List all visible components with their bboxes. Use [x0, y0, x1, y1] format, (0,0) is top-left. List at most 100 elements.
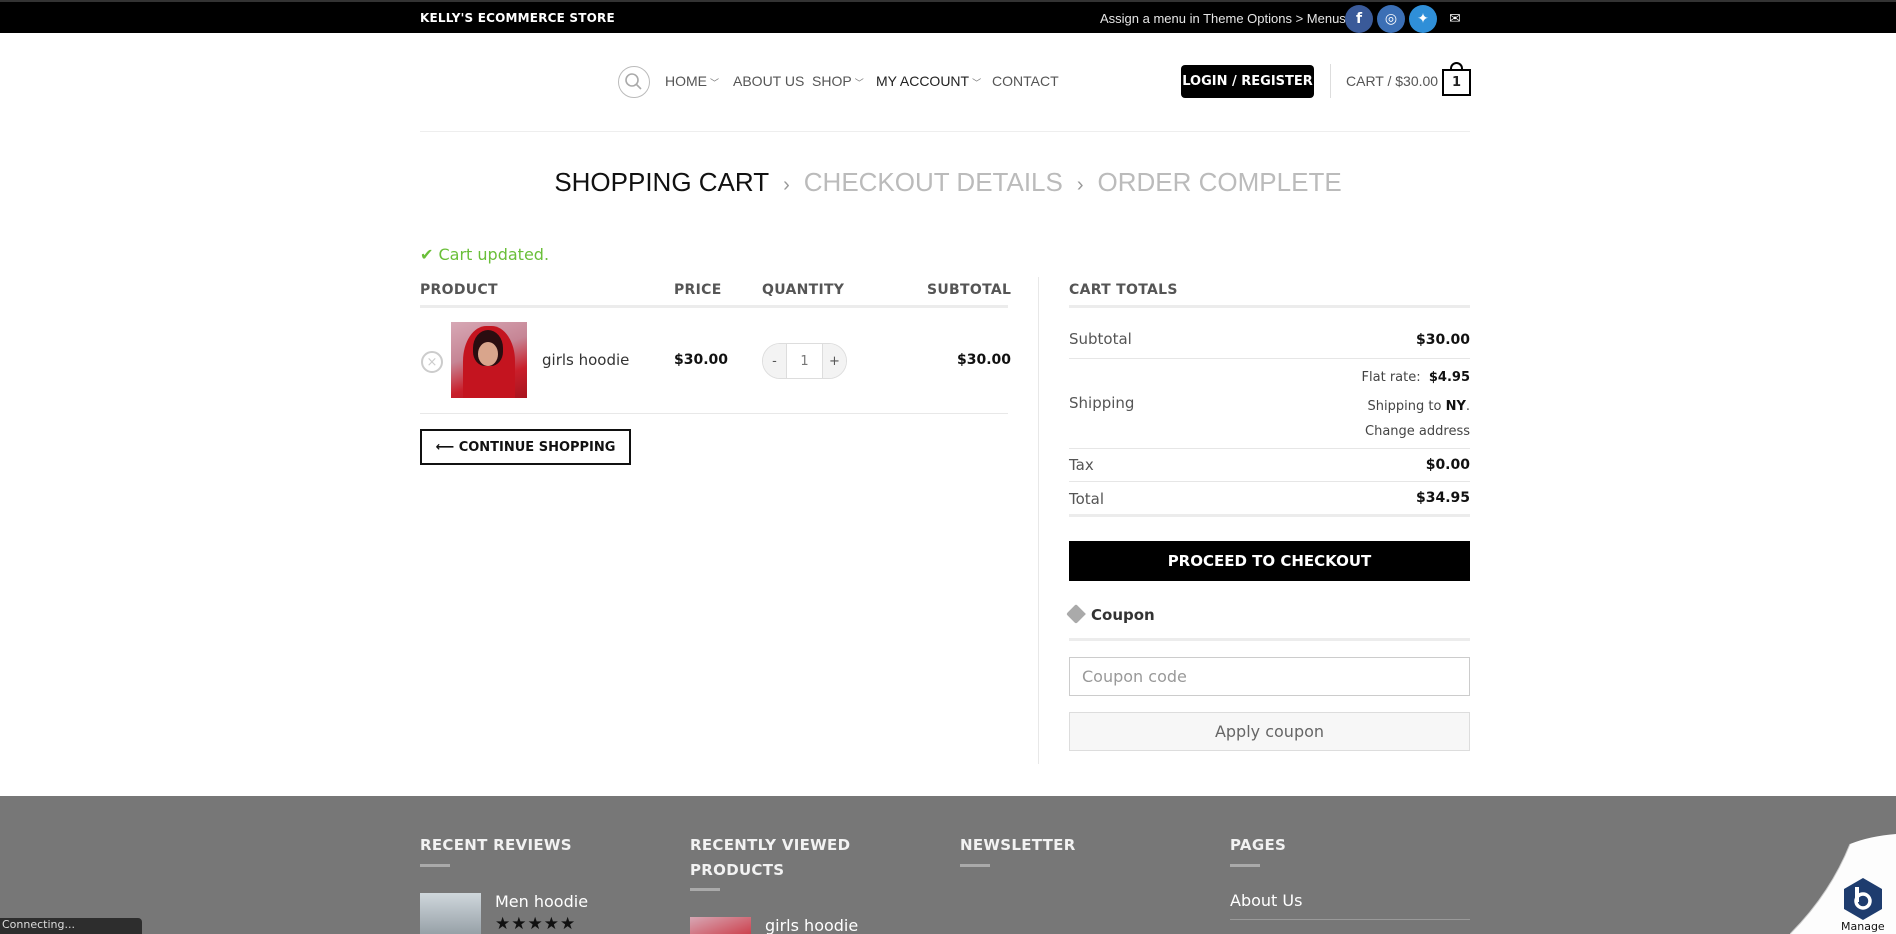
chevron-right-icon: › — [1076, 174, 1084, 196]
review-product-link[interactable]: Men hoodie — [495, 892, 588, 911]
notice-text: Cart updated. — [438, 245, 550, 264]
shipping-rate: Flat rate: $4.95 — [1362, 370, 1470, 385]
footer-title-underline — [690, 888, 720, 891]
footer-newsletter-title: NEWSLETTER — [960, 836, 1076, 854]
review-product-thumbnail[interactable] — [420, 893, 481, 934]
nav-my-account[interactable]: MY ACCOUNT ﹀ — [876, 73, 981, 89]
subtotal-value: $30.00 — [1415, 332, 1470, 348]
chevron-down-icon: ﹀ — [854, 78, 864, 88]
shipping-label: Shipping — [1069, 394, 1135, 412]
continue-shopping-button[interactable]: ⟵ CONTINUE SHOPPING — [420, 429, 631, 465]
search-icon — [625, 73, 642, 90]
header-divider-line — [420, 131, 1470, 132]
nav-account-label: MY ACCOUNT — [876, 73, 970, 89]
recently-viewed-line1: RECENTLY VIEWED — [690, 836, 851, 854]
instagram-icon[interactable]: ◎ — [1377, 5, 1405, 33]
coupon-code-input[interactable] — [1069, 657, 1470, 696]
total-label: Total — [1069, 490, 1105, 508]
viewed-product-link[interactable]: girls hoodie — [765, 916, 858, 934]
totals-divider — [1069, 481, 1470, 482]
cart-link[interactable]: CART / $30.00 — [1346, 73, 1438, 89]
checkmark-icon: ✔ — [420, 245, 434, 264]
totals-header-line — [1069, 305, 1470, 308]
remove-item-icon[interactable]: × — [421, 351, 443, 373]
product-subtotal: $30.00 — [957, 352, 1012, 368]
footer-title-underline — [1230, 864, 1260, 867]
totals-divider — [1069, 358, 1470, 359]
row-divider — [420, 413, 1008, 414]
nav-contact[interactable]: CONTACT — [992, 73, 1059, 89]
chevron-down-icon: ﹀ — [710, 78, 720, 88]
product-thumbnail[interactable] — [451, 322, 527, 398]
tax-value: $0.00 — [1425, 457, 1470, 473]
search-button[interactable] — [618, 66, 650, 98]
footer-title-underline — [420, 864, 450, 867]
coupon-divider — [1069, 638, 1470, 641]
quantity-input[interactable]: 1 — [787, 344, 822, 378]
nav-home[interactable]: HOME ﹀ — [665, 73, 719, 89]
shipping-to-prefix: Shipping to — [1367, 399, 1442, 414]
footer-pages-title: PAGES — [1230, 836, 1287, 854]
cart-count-badge[interactable]: 1 — [1442, 69, 1471, 96]
chevron-down-icon: ﹀ — [972, 78, 982, 88]
viewed-product-thumbnail[interactable] — [690, 917, 751, 934]
product-name-link[interactable]: girls hoodie — [542, 351, 629, 369]
email-icon[interactable]: ✉ — [1441, 5, 1469, 33]
footer-recently-viewed-title: RECENTLY VIEWED PRODUCTS — [690, 833, 850, 883]
manage-label[interactable]: Manage — [1841, 920, 1885, 933]
table-header-line — [420, 305, 1008, 308]
manage-widget-icon[interactable] — [1840, 876, 1886, 922]
totals-bottom-line — [1069, 514, 1470, 517]
shipping-price: $4.95 — [1428, 370, 1470, 385]
cart-totals-title: CART TOTALS — [1069, 282, 1178, 298]
top-bar: KELLY'S ECOMMERCE STORE Assign a menu in… — [0, 0, 1896, 33]
tag-icon — [1066, 604, 1086, 624]
step-shopping-cart[interactable]: SHOPPING CART — [554, 167, 769, 197]
quantity-plus-button[interactable]: + — [822, 344, 846, 378]
header-divider — [1330, 64, 1331, 98]
facebook-icon[interactable]: f — [1345, 5, 1373, 33]
step-order-complete: ORDER COMPLETE — [1097, 167, 1342, 197]
apply-coupon-button[interactable]: Apply coupon — [1069, 712, 1470, 751]
shipping-destination: Shipping to NY. — [1367, 399, 1470, 414]
recently-viewed-line2: PRODUCTS — [690, 861, 785, 879]
quantity-stepper: - 1 + — [762, 343, 847, 379]
coupon-title: Coupon — [1091, 606, 1155, 624]
twitter-icon[interactable]: ✦ — [1409, 5, 1437, 33]
subtotal-label: Subtotal — [1069, 330, 1132, 348]
product-price: $30.00 — [674, 352, 729, 368]
change-address-link[interactable]: Change address — [1365, 424, 1470, 439]
totals-divider — [1069, 448, 1470, 449]
proceed-to-checkout-button[interactable]: PROCEED TO CHECKOUT — [1069, 541, 1470, 581]
footer-link-divider — [1230, 919, 1470, 920]
step-checkout-details[interactable]: CHECKOUT DETAILS — [804, 167, 1063, 197]
col-header-subtotal: SUBTOTAL — [927, 282, 1012, 298]
menu-note: Assign a menu in Theme Options > Menus — [1100, 11, 1346, 26]
footer-recent-reviews-title: RECENT REVIEWS — [420, 836, 572, 854]
checkout-steps: SHOPPING CART › CHECKOUT DETAILS › ORDER COM… — [0, 167, 1896, 198]
nav-about-label: ABOUT US — [733, 73, 805, 89]
quantity-minus-button[interactable]: - — [763, 344, 787, 378]
star-rating: ★★★★★ — [495, 914, 577, 934]
browser-status-text: Connecting... — [0, 918, 142, 934]
nav-home-label: HOME — [665, 73, 707, 89]
store-name[interactable]: KELLY'S ECOMMERCE STORE — [420, 11, 615, 25]
shipping-state: NY — [1445, 399, 1466, 414]
cart-updated-notice: ✔ Cart updated. — [420, 245, 549, 264]
footer — [0, 796, 1896, 934]
total-value: $34.95 — [1415, 490, 1470, 506]
footer-title-underline — [960, 864, 990, 867]
nav-shop-label: SHOP — [812, 73, 852, 89]
col-header-quantity: QUANTITY — [762, 282, 845, 298]
nav-contact-label: CONTACT — [992, 73, 1059, 89]
chevron-right-icon: › — [783, 174, 790, 196]
col-header-product: PRODUCT — [420, 282, 498, 298]
nav-shop[interactable]: SHOP ﹀ — [812, 73, 864, 89]
column-divider — [1038, 277, 1039, 764]
tax-label: Tax — [1069, 456, 1094, 474]
shipping-method: Flat rate: — [1361, 370, 1421, 385]
footer-page-link-about[interactable]: About Us — [1230, 891, 1302, 910]
col-header-price: PRICE — [674, 282, 722, 298]
login-register-button[interactable]: LOGIN / REGISTER — [1181, 65, 1314, 98]
nav-about-us[interactable]: ABOUT US — [733, 73, 804, 89]
